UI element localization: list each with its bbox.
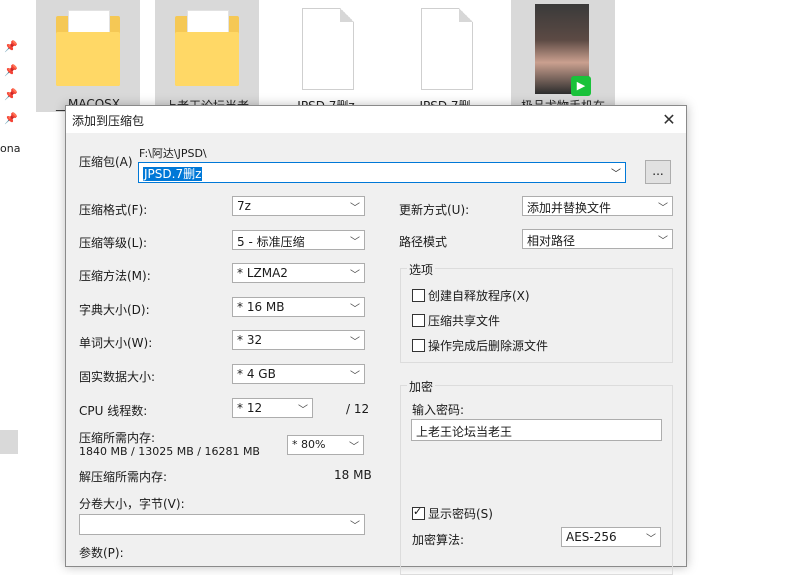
mem-percent-value: * 80%	[292, 438, 326, 451]
encryption-group: 加密 输入密码: 上老王论坛当老王 显示密码(S) 加密算法: AES-256 …	[400, 378, 673, 575]
show-password-checkbox[interactable]: 显示密码(S)	[412, 505, 493, 522]
format-select[interactable]: 7z ﹀	[232, 196, 365, 216]
dict-label: 字典大小(D):	[79, 303, 150, 317]
archive-name-combo[interactable]: JPSD.7删z ﹀	[138, 162, 626, 183]
add-to-archive-dialog: 添加到压缩包 ✕ 压缩包(A) F:\阿达\JPSD\ JPSD.7删z ﹀ .…	[65, 105, 687, 575]
chevron-down-icon: ﹀	[350, 521, 360, 532]
dialog-title: 添加到压缩包	[72, 114, 145, 128]
document-icon	[421, 8, 473, 90]
browse-button[interactable]: ...	[645, 160, 671, 184]
solid-value: * 4 GB	[237, 367, 276, 381]
chevron-down-icon: ﹀	[350, 337, 360, 348]
format-value: 7z	[237, 199, 251, 213]
enc-method-select[interactable]: AES-256 ﹀	[561, 527, 661, 547]
file-item-photo[interactable]: ▶ 极品尤物手机在	[511, 0, 615, 113]
method-label: 压缩方法(M):	[79, 269, 151, 283]
decomp-label: 解压缩所需内存:	[79, 470, 168, 484]
checkbox-icon[interactable]	[412, 314, 425, 327]
mem-value: 1840 MB / 13025 MB / 16281 MB	[79, 445, 260, 458]
option-delete[interactable]: 操作完成后删除源文件	[412, 337, 548, 354]
mem-label: 压缩所需内存:	[79, 431, 156, 445]
chevron-down-icon: ﹀	[349, 442, 359, 453]
solid-label: 固实数据大小:	[79, 370, 156, 384]
title-bar[interactable]: 添加到压缩包 ✕	[66, 106, 686, 133]
method-value: * LZMA2	[237, 266, 288, 280]
split-label: 分卷大小，字节(V):	[79, 497, 185, 511]
document-icon	[302, 8, 354, 90]
options-title: 选项	[407, 261, 436, 278]
level-label: 压缩等级(L):	[79, 236, 148, 250]
level-value: 5 - 标准压缩	[237, 235, 305, 249]
params-label: 参数(P):	[79, 546, 124, 560]
password-input[interactable]: 上老王论坛当老王	[411, 419, 662, 441]
cpu-select[interactable]: * 12 ﹀	[232, 398, 313, 418]
chevron-down-icon: ﹀	[658, 203, 668, 214]
file-item-doc[interactable]: JPSD.7删z	[274, 0, 378, 113]
options-group: 选项 创建自释放程序(X) 压缩共享文件 操作完成后删除源文件	[400, 261, 673, 363]
path-value: 相对路径	[527, 234, 576, 248]
mem-percent-select[interactable]: * 80% ﹀	[287, 435, 364, 455]
chevron-down-icon: ﹀	[350, 304, 360, 315]
chevron-down-icon: ﹀	[646, 534, 656, 545]
archive-name-text: JPSD.7删z	[143, 167, 203, 181]
option-delete-label: 操作完成后删除源文件	[428, 339, 549, 353]
path-label: 路径模式	[399, 235, 448, 249]
chevron-down-icon[interactable]: ﹀	[611, 165, 621, 180]
checkbox-icon[interactable]	[412, 289, 425, 302]
pin-icon[interactable]: 📌	[4, 40, 18, 53]
chevron-down-icon: ﹀	[350, 371, 360, 382]
chevron-down-icon: ﹀	[658, 236, 668, 247]
dict-value: * 16 MB	[237, 300, 285, 314]
option-sfx[interactable]: 创建自释放程序(X)	[412, 287, 530, 304]
update-label: 更新方式(U):	[399, 203, 470, 217]
password-value: 上老王论坛当老王	[416, 425, 513, 439]
solid-select[interactable]: * 4 GB ﹀	[232, 364, 365, 384]
show-password-label: 显示密码(S)	[428, 507, 493, 521]
method-select[interactable]: * LZMA2 ﹀	[232, 263, 365, 283]
enc-method-value: AES-256	[566, 530, 617, 544]
close-icon[interactable]: ✕	[652, 106, 686, 133]
update-value: 添加并替换文件	[527, 201, 612, 215]
encryption-title: 加密	[407, 378, 436, 395]
chevron-down-icon: ﹀	[350, 270, 360, 281]
checkbox-checked-icon[interactable]	[412, 505, 425, 520]
word-label: 单词大小(W):	[79, 336, 153, 350]
navigation-pane: 📌 📌 📌 📌 ona	[0, 0, 30, 559]
password-label: 输入密码:	[412, 403, 465, 417]
cpu-value: * 12	[237, 401, 263, 415]
chevron-down-icon: ﹀	[350, 203, 360, 214]
nav-item-label[interactable]: ona	[0, 142, 20, 155]
dict-select[interactable]: * 16 MB ﹀	[232, 297, 365, 317]
cpu-max: / 12	[346, 402, 370, 416]
option-shared-label: 压缩共享文件	[428, 314, 501, 328]
file-item-macosx[interactable]: __MACOSX	[36, 0, 140, 112]
word-select[interactable]: * 32 ﹀	[232, 330, 365, 350]
file-item-folder[interactable]: 上老王论坛当老	[155, 0, 259, 113]
file-item-doc[interactable]: JPSD.7删	[393, 0, 497, 113]
nav-selection[interactable]	[0, 430, 18, 454]
archive-path: F:\阿达\JPSD\	[139, 147, 207, 160]
checkbox-icon[interactable]	[412, 339, 425, 352]
play-badge-icon: ▶	[571, 76, 591, 96]
archive-label: 压缩包(A)	[79, 155, 133, 169]
cpu-label: CPU 线程数:	[79, 404, 148, 418]
level-select[interactable]: 5 - 标准压缩 ﹀	[232, 230, 365, 250]
word-value: * 32	[237, 333, 263, 347]
option-shared[interactable]: 压缩共享文件	[412, 312, 500, 329]
chevron-down-icon: ﹀	[298, 405, 308, 416]
folder-icon	[175, 10, 239, 86]
update-select[interactable]: 添加并替换文件 ﹀	[522, 196, 673, 216]
path-select[interactable]: 相对路径 ﹀	[522, 229, 673, 249]
chevron-down-icon: ﹀	[350, 237, 360, 248]
folder-icon	[56, 10, 120, 86]
split-select[interactable]: ﹀	[79, 514, 365, 535]
photo-thumbnail: ▶	[535, 4, 591, 96]
enc-method-label: 加密算法:	[412, 533, 465, 547]
pin-icon[interactable]: 📌	[4, 112, 18, 125]
format-label: 压缩格式(F):	[79, 203, 148, 217]
pin-icon[interactable]: 📌	[4, 64, 18, 77]
pin-icon[interactable]: 📌	[4, 88, 18, 101]
decomp-value: 18 MB	[334, 468, 372, 482]
option-sfx-label: 创建自释放程序(X)	[428, 289, 530, 303]
